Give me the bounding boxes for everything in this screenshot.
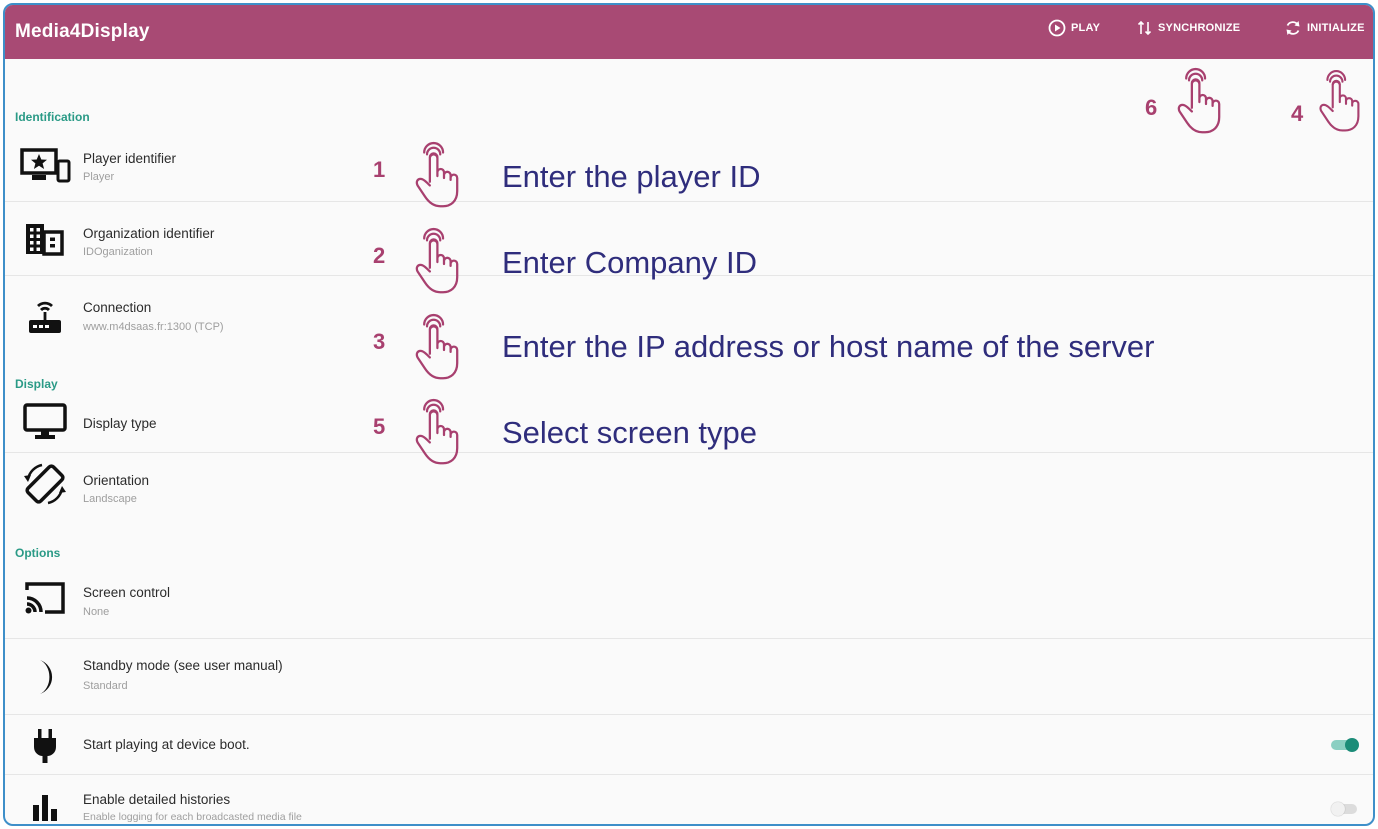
moon-icon — [19, 657, 71, 697]
screen-rotation-icon — [19, 459, 71, 509]
annotation-text-2: Enter Company ID — [502, 245, 757, 280]
annotation-text-5: Select screen type — [502, 415, 758, 450]
screen-control-value: None — [83, 606, 110, 618]
toggle-thumb — [1345, 738, 1359, 752]
tap-hand-icon — [1315, 63, 1375, 143]
start-at-boot-title: Start playing at device boot. — [83, 737, 250, 752]
initialize-label: INITIALIZE — [1307, 22, 1365, 34]
player-screen-icon — [19, 147, 71, 183]
synchronize-button[interactable]: SYNCHRONIZE — [1137, 15, 1240, 41]
display-type-title: Display type — [83, 416, 157, 431]
app-window: Media4Display PLAY SYNCHRONIZE INITIALIZ — [3, 3, 1375, 826]
orientation-title: Orientation — [83, 473, 150, 488]
setting-start-at-boot[interactable]: Start playing at device boot. — [5, 715, 1373, 775]
power-plug-icon — [19, 727, 71, 765]
detailed-histories-title: Enable detailed histories — [83, 792, 231, 807]
setting-orientation[interactable]: Orientation Landscape — [5, 453, 1373, 539]
detailed-histories-value: Enable logging for each broadcasted medi… — [83, 811, 302, 823]
player-identifier-title: Player identifier — [83, 151, 177, 166]
setting-standby-mode[interactable]: Standby mode (see user manual) Standard — [5, 639, 1373, 715]
tap-hand-icon — [411, 394, 477, 474]
annotation-number-6: 6 — [1145, 95, 1158, 120]
setting-screen-control[interactable]: Screen control None — [5, 564, 1373, 639]
annotation-number-3: 3 — [373, 329, 386, 354]
initialize-button[interactable]: INITIALIZE — [1284, 15, 1365, 41]
setting-detailed-histories[interactable]: Enable detailed histories Enable logging… — [5, 775, 1373, 824]
router-wifi-icon — [19, 296, 71, 336]
app-bar: Media4Display PLAY SYNCHRONIZE INITIALIZ — [5, 5, 1373, 59]
orientation-value: Landscape — [83, 493, 137, 505]
standby-mode-value: Standard — [83, 680, 128, 692]
section-identification: Identification — [15, 110, 90, 124]
app-title: Media4Display — [15, 21, 150, 42]
building-icon — [19, 222, 71, 256]
annotation-number-5: 5 — [373, 414, 386, 439]
monitor-icon — [19, 402, 71, 442]
screen-control-title: Screen control — [83, 585, 171, 600]
connection-title: Connection — [83, 300, 152, 315]
annotation-text-3: Enter the IP address or host name of the… — [502, 329, 1155, 364]
organization-identifier-value: IDOganization — [83, 246, 153, 258]
refresh-icon — [1286, 21, 1300, 35]
toggle-thumb — [1331, 802, 1345, 816]
section-options: Options — [15, 546, 61, 560]
tap-hand-icon — [411, 137, 477, 217]
play-label: PLAY — [1071, 22, 1101, 34]
annotation-number-1: 1 — [373, 157, 386, 182]
connection-value: www.m4dsaas.fr:1300 (TCP) — [83, 321, 224, 333]
cast-icon — [19, 578, 71, 618]
annotation-number-4: 4 — [1291, 101, 1304, 126]
annotation-number-2: 2 — [373, 243, 386, 268]
synchronize-label: SYNCHRONIZE — [1158, 22, 1241, 34]
tap-hand-icon — [1173, 63, 1239, 143]
sync-arrows-icon — [1137, 20, 1152, 36]
annotation-text-1: Enter the player ID — [502, 159, 761, 194]
section-display: Display — [15, 377, 58, 391]
player-identifier-value: Player — [83, 171, 115, 183]
play-button[interactable]: PLAY — [1048, 15, 1100, 41]
tap-hand-icon — [411, 309, 477, 389]
standby-mode-title: Standby mode (see user manual) — [83, 658, 283, 673]
bar-chart-icon — [19, 793, 71, 821]
start-at-boot-toggle[interactable] — [1331, 738, 1361, 752]
play-circle-icon — [1048, 19, 1066, 37]
tap-hand-icon — [411, 223, 477, 303]
organization-identifier-title: Organization identifier — [83, 226, 215, 241]
detailed-histories-toggle[interactable] — [1331, 802, 1361, 816]
